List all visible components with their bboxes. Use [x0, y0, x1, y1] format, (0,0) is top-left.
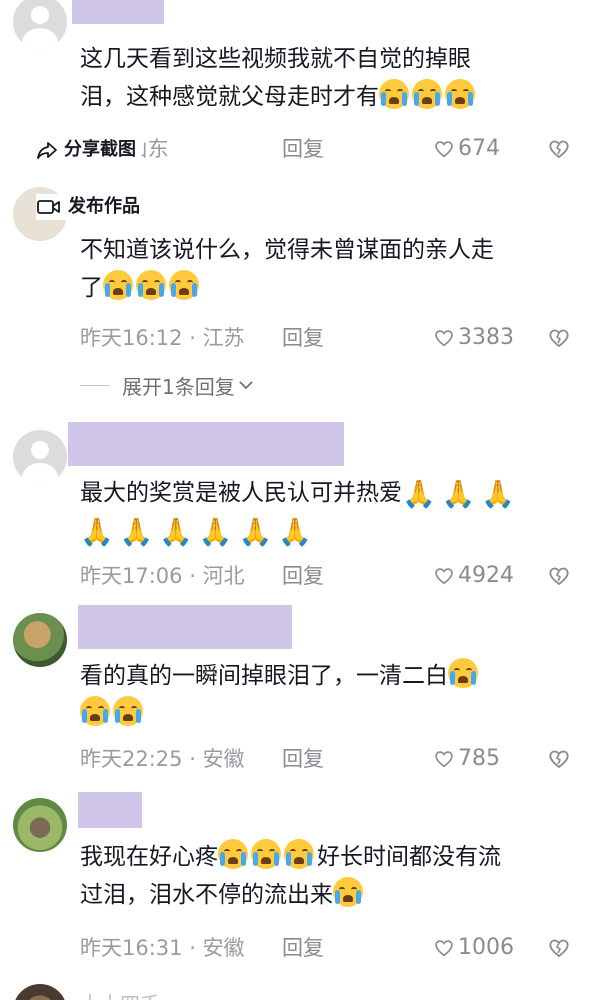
reply-button[interactable]: 回复 — [282, 561, 324, 591]
praying-hands-icon: 🙏 — [119, 517, 154, 548]
like-button[interactable]: 1006 — [433, 933, 514, 963]
praying-hands-icon: 🙏 — [441, 479, 476, 510]
comment-item: 看的真的一瞬间掉眼泪了，一清二白 昨天22:25 · 安徽 回复 785 — [0, 603, 589, 783]
crying-emoji-icon — [80, 696, 110, 726]
like-button[interactable]: 4924 — [433, 561, 514, 591]
crying-emoji-icon — [251, 839, 281, 869]
praying-hands-icon: 🙏 — [238, 517, 273, 548]
comment-meta: 昨天17:06 · 河北 — [80, 564, 245, 588]
username-redacted[interactable] — [72, 0, 164, 24]
praying-hands-icon: 🙏 — [481, 479, 515, 510]
crying-emoji-icon — [169, 270, 199, 300]
crying-emoji-icon — [448, 658, 478, 688]
praying-hands-icon: 🙏 — [159, 517, 193, 548]
reply-button[interactable]: 回复 — [282, 744, 324, 774]
crying-emoji-icon — [412, 79, 442, 109]
avatar[interactable] — [13, 613, 67, 667]
reply-button[interactable]: 回复 — [282, 134, 324, 164]
comment-item: 最大的奖赏是被人民认可并热爱🙏 🙏 🙏 🙏 🙏 🙏 🙏 🙏 🙏 昨天17:06 · 河北 回复… — [0, 420, 589, 600]
comment-text: 这几天看到这些视频我就不自觉的掉眼 泪，这种感觉就父母走时才有 — [80, 40, 575, 116]
share-arrow-icon — [37, 142, 57, 159]
username-redacted[interactable] — [78, 792, 142, 828]
crying-emoji-icon — [113, 696, 143, 726]
comment-text: 不知道该说什么，觉得未曾谋面的亲人走 了 — [80, 237, 494, 301]
crying-emoji-icon — [445, 79, 475, 109]
publish-work-button[interactable]: 发布作品 — [36, 194, 144, 220]
chevron-down-icon — [239, 381, 253, 390]
like-count: 4924 — [458, 563, 514, 588]
praying-hands-icon: 🙏 — [402, 479, 436, 510]
expand-replies-button[interactable]: 展开1条回复 — [80, 370, 254, 400]
dislike-icon[interactable] — [547, 564, 571, 588]
avatar[interactable] — [13, 984, 67, 1000]
like-button[interactable]: 674 — [433, 134, 500, 164]
reply-button[interactable]: 回复 — [282, 323, 324, 353]
comment-meta: 昨天22:25 · 安徽 — [80, 747, 245, 771]
comment-meta: 昨天16:31 · 安徽 — [80, 936, 245, 960]
crying-emoji-icon — [103, 270, 133, 300]
like-button[interactable]: 785 — [433, 744, 500, 774]
avatar[interactable] — [13, 0, 67, 49]
heart-icon — [435, 141, 453, 158]
comment-text: 最大的奖赏是被人民认可并热爱🙏 🙏 🙏 🙏 🙏 🙏 🙏 🙏 🙏 — [80, 479, 515, 548]
praying-hands-icon: 🙏 — [198, 517, 233, 548]
comment-text: 我现在好心疼 好长时间都没有流 过泪，泪水不停的流出来 — [80, 838, 575, 914]
like-count: 674 — [458, 136, 500, 161]
avatar[interactable] — [13, 430, 67, 484]
like-count: 1006 — [458, 935, 514, 960]
dislike-icon[interactable] — [547, 747, 571, 771]
divider — [80, 384, 110, 386]
username-redacted[interactable] — [78, 605, 292, 649]
comment-text: 看的真的一瞬间掉眼泪了，一清二白 — [80, 657, 575, 733]
share-screenshot-button[interactable]: 分享截图 — [36, 135, 142, 165]
username[interactable]: 大大四壬 — [80, 988, 160, 1000]
like-count: 785 — [458, 746, 500, 771]
like-button[interactable]: 3383 — [433, 323, 514, 353]
crying-emoji-icon — [284, 839, 314, 869]
reply-button[interactable]: 回复 — [282, 933, 324, 963]
crying-emoji-icon — [136, 270, 166, 300]
dislike-icon[interactable] — [547, 936, 571, 960]
comment-meta: 昨天16:12 · 江苏 — [80, 326, 245, 350]
heart-icon — [435, 568, 453, 585]
avatar[interactable] — [13, 798, 67, 852]
dislike-icon[interactable] — [547, 326, 571, 350]
dislike-icon[interactable] — [547, 137, 571, 161]
video-camera-icon — [37, 200, 60, 214]
crying-emoji-icon — [333, 877, 363, 907]
praying-hands-icon: 🙏 — [80, 517, 114, 548]
heart-icon — [435, 751, 453, 768]
crying-emoji-icon — [218, 839, 248, 869]
heart-icon — [435, 330, 453, 347]
username-redacted[interactable] — [68, 422, 344, 466]
comment-item: 我现在好心疼 好长时间都没有流 过泪，泪水不停的流出来 昨天16:31 · 安徽 … — [0, 790, 589, 980]
like-count: 3383 — [458, 325, 514, 350]
crying-emoji-icon — [379, 79, 409, 109]
praying-hands-icon: 🙏 — [278, 517, 312, 548]
heart-icon — [435, 940, 453, 957]
